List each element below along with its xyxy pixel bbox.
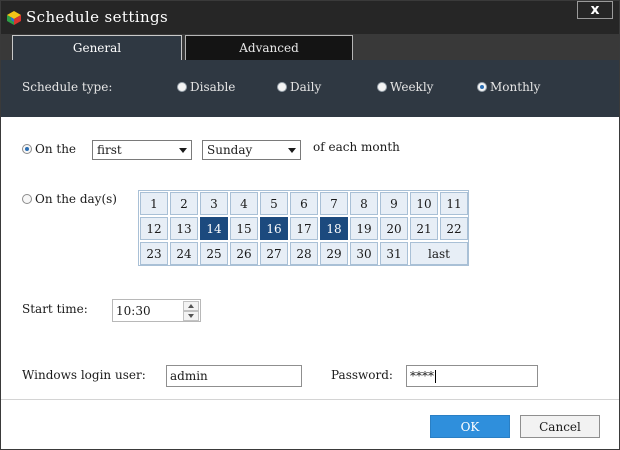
- day-cell-3[interactable]: 3: [200, 192, 228, 215]
- day-cell-16[interactable]: 16: [260, 217, 288, 240]
- weekday-select[interactable]: Sunday: [202, 140, 301, 160]
- day-cell-1[interactable]: 1: [140, 192, 168, 215]
- schedule-type-option-label: Monthly: [490, 80, 541, 94]
- schedule-type-option-label: Weekly: [390, 80, 434, 94]
- window-title: Schedule settings: [26, 8, 169, 26]
- tab-general[interactable]: General: [12, 35, 182, 60]
- chevron-down-icon: [288, 148, 296, 153]
- close-button[interactable]: x: [577, 1, 613, 19]
- on-the-days-radio[interactable]: On the day(s): [22, 192, 117, 206]
- schedule-type-monthly[interactable]: Monthly: [477, 80, 540, 94]
- password-value: ****: [410, 369, 434, 383]
- start-time-label: Start time:: [22, 302, 88, 316]
- day-cell-29[interactable]: 29: [320, 242, 348, 265]
- day-cell-23[interactable]: 23: [140, 242, 168, 265]
- spin-down-icon[interactable]: [183, 311, 199, 321]
- radio-button[interactable]: [277, 82, 287, 92]
- day-cell-4[interactable]: 4: [230, 192, 258, 215]
- day-cell-28[interactable]: 28: [290, 242, 318, 265]
- password-input[interactable]: ****: [406, 365, 538, 387]
- radio-button[interactable]: [477, 82, 487, 92]
- on-the-radio[interactable]: On the: [22, 142, 76, 156]
- day-cell-30[interactable]: 30: [350, 242, 378, 265]
- app-logo-icon: [7, 11, 21, 25]
- radio-button[interactable]: [377, 82, 387, 92]
- cancel-button[interactable]: Cancel: [520, 415, 600, 438]
- day-cell-7[interactable]: 7: [320, 192, 348, 215]
- day-cell-21[interactable]: 21: [410, 217, 438, 240]
- start-time-input[interactable]: 10:30: [112, 299, 201, 322]
- on-the-days-label: On the day(s): [35, 192, 117, 206]
- day-cell-2[interactable]: 2: [170, 192, 198, 215]
- day-cell-22[interactable]: 22: [440, 217, 468, 240]
- footer-divider: [0, 399, 620, 400]
- radio-button[interactable]: [22, 194, 32, 204]
- radio-button[interactable]: [177, 82, 187, 92]
- login-user-value: admin: [170, 369, 208, 383]
- day-cell-5[interactable]: 5: [260, 192, 288, 215]
- chevron-down-icon: [179, 148, 187, 153]
- day-cell-15[interactable]: 15: [230, 217, 258, 240]
- text-cursor: [435, 369, 436, 383]
- spin-up-icon[interactable]: [183, 301, 199, 311]
- password-label: Password:: [331, 368, 393, 382]
- day-cell-10[interactable]: 10: [410, 192, 438, 215]
- start-time-value: 10:30: [116, 304, 151, 318]
- windows-login-user-label: Windows login user:: [22, 368, 146, 382]
- ordinal-select[interactable]: first: [92, 140, 192, 160]
- schedule-type-daily[interactable]: Daily: [277, 80, 321, 94]
- tab-advanced[interactable]: Advanced: [185, 35, 353, 60]
- ok-button[interactable]: OK: [430, 415, 510, 438]
- schedule-type-band: Schedule type: Disable Daily Weekly Mont…: [0, 60, 620, 117]
- weekday-value: Sunday: [207, 143, 253, 157]
- day-cell-26[interactable]: 26: [230, 242, 258, 265]
- day-cell-9[interactable]: 9: [380, 192, 408, 215]
- day-cell-last[interactable]: last: [410, 242, 468, 265]
- day-cell-19[interactable]: 19: [350, 217, 378, 240]
- day-grid: 1 2 3 4 5 6 7 8 9 10 11 12 13 14 15 16 17 18 19 20 21 22 23 24 2…: [138, 190, 469, 266]
- login-user-input[interactable]: admin: [166, 365, 302, 387]
- on-the-label: On the: [35, 142, 77, 156]
- day-cell-18[interactable]: 18: [320, 217, 348, 240]
- tab-strip: General Advanced: [0, 34, 620, 60]
- day-cell-12[interactable]: 12: [140, 217, 168, 240]
- day-cell-6[interactable]: 6: [290, 192, 318, 215]
- schedule-type-option-label: Disable: [190, 80, 236, 94]
- day-cell-11[interactable]: 11: [440, 192, 468, 215]
- day-cell-24[interactable]: 24: [170, 242, 198, 265]
- day-cell-27[interactable]: 27: [260, 242, 288, 265]
- day-cell-8[interactable]: 8: [350, 192, 378, 215]
- radio-button[interactable]: [22, 144, 32, 154]
- close-icon: x: [590, 2, 600, 18]
- ordinal-value: first: [97, 143, 122, 157]
- schedule-type-option-label: Daily: [290, 80, 322, 94]
- day-cell-25[interactable]: 25: [200, 242, 228, 265]
- day-cell-13[interactable]: 13: [170, 217, 198, 240]
- day-cell-17[interactable]: 17: [290, 217, 318, 240]
- schedule-type-disable[interactable]: Disable: [177, 80, 235, 94]
- title-bar: Schedule settings x: [0, 0, 620, 34]
- day-cell-31[interactable]: 31: [380, 242, 408, 265]
- day-cell-14[interactable]: 14: [200, 217, 228, 240]
- of-each-month-label: of each month: [313, 140, 400, 154]
- schedule-type-weekly[interactable]: Weekly: [377, 80, 433, 94]
- schedule-type-label: Schedule type:: [22, 80, 113, 94]
- day-cell-20[interactable]: 20: [380, 217, 408, 240]
